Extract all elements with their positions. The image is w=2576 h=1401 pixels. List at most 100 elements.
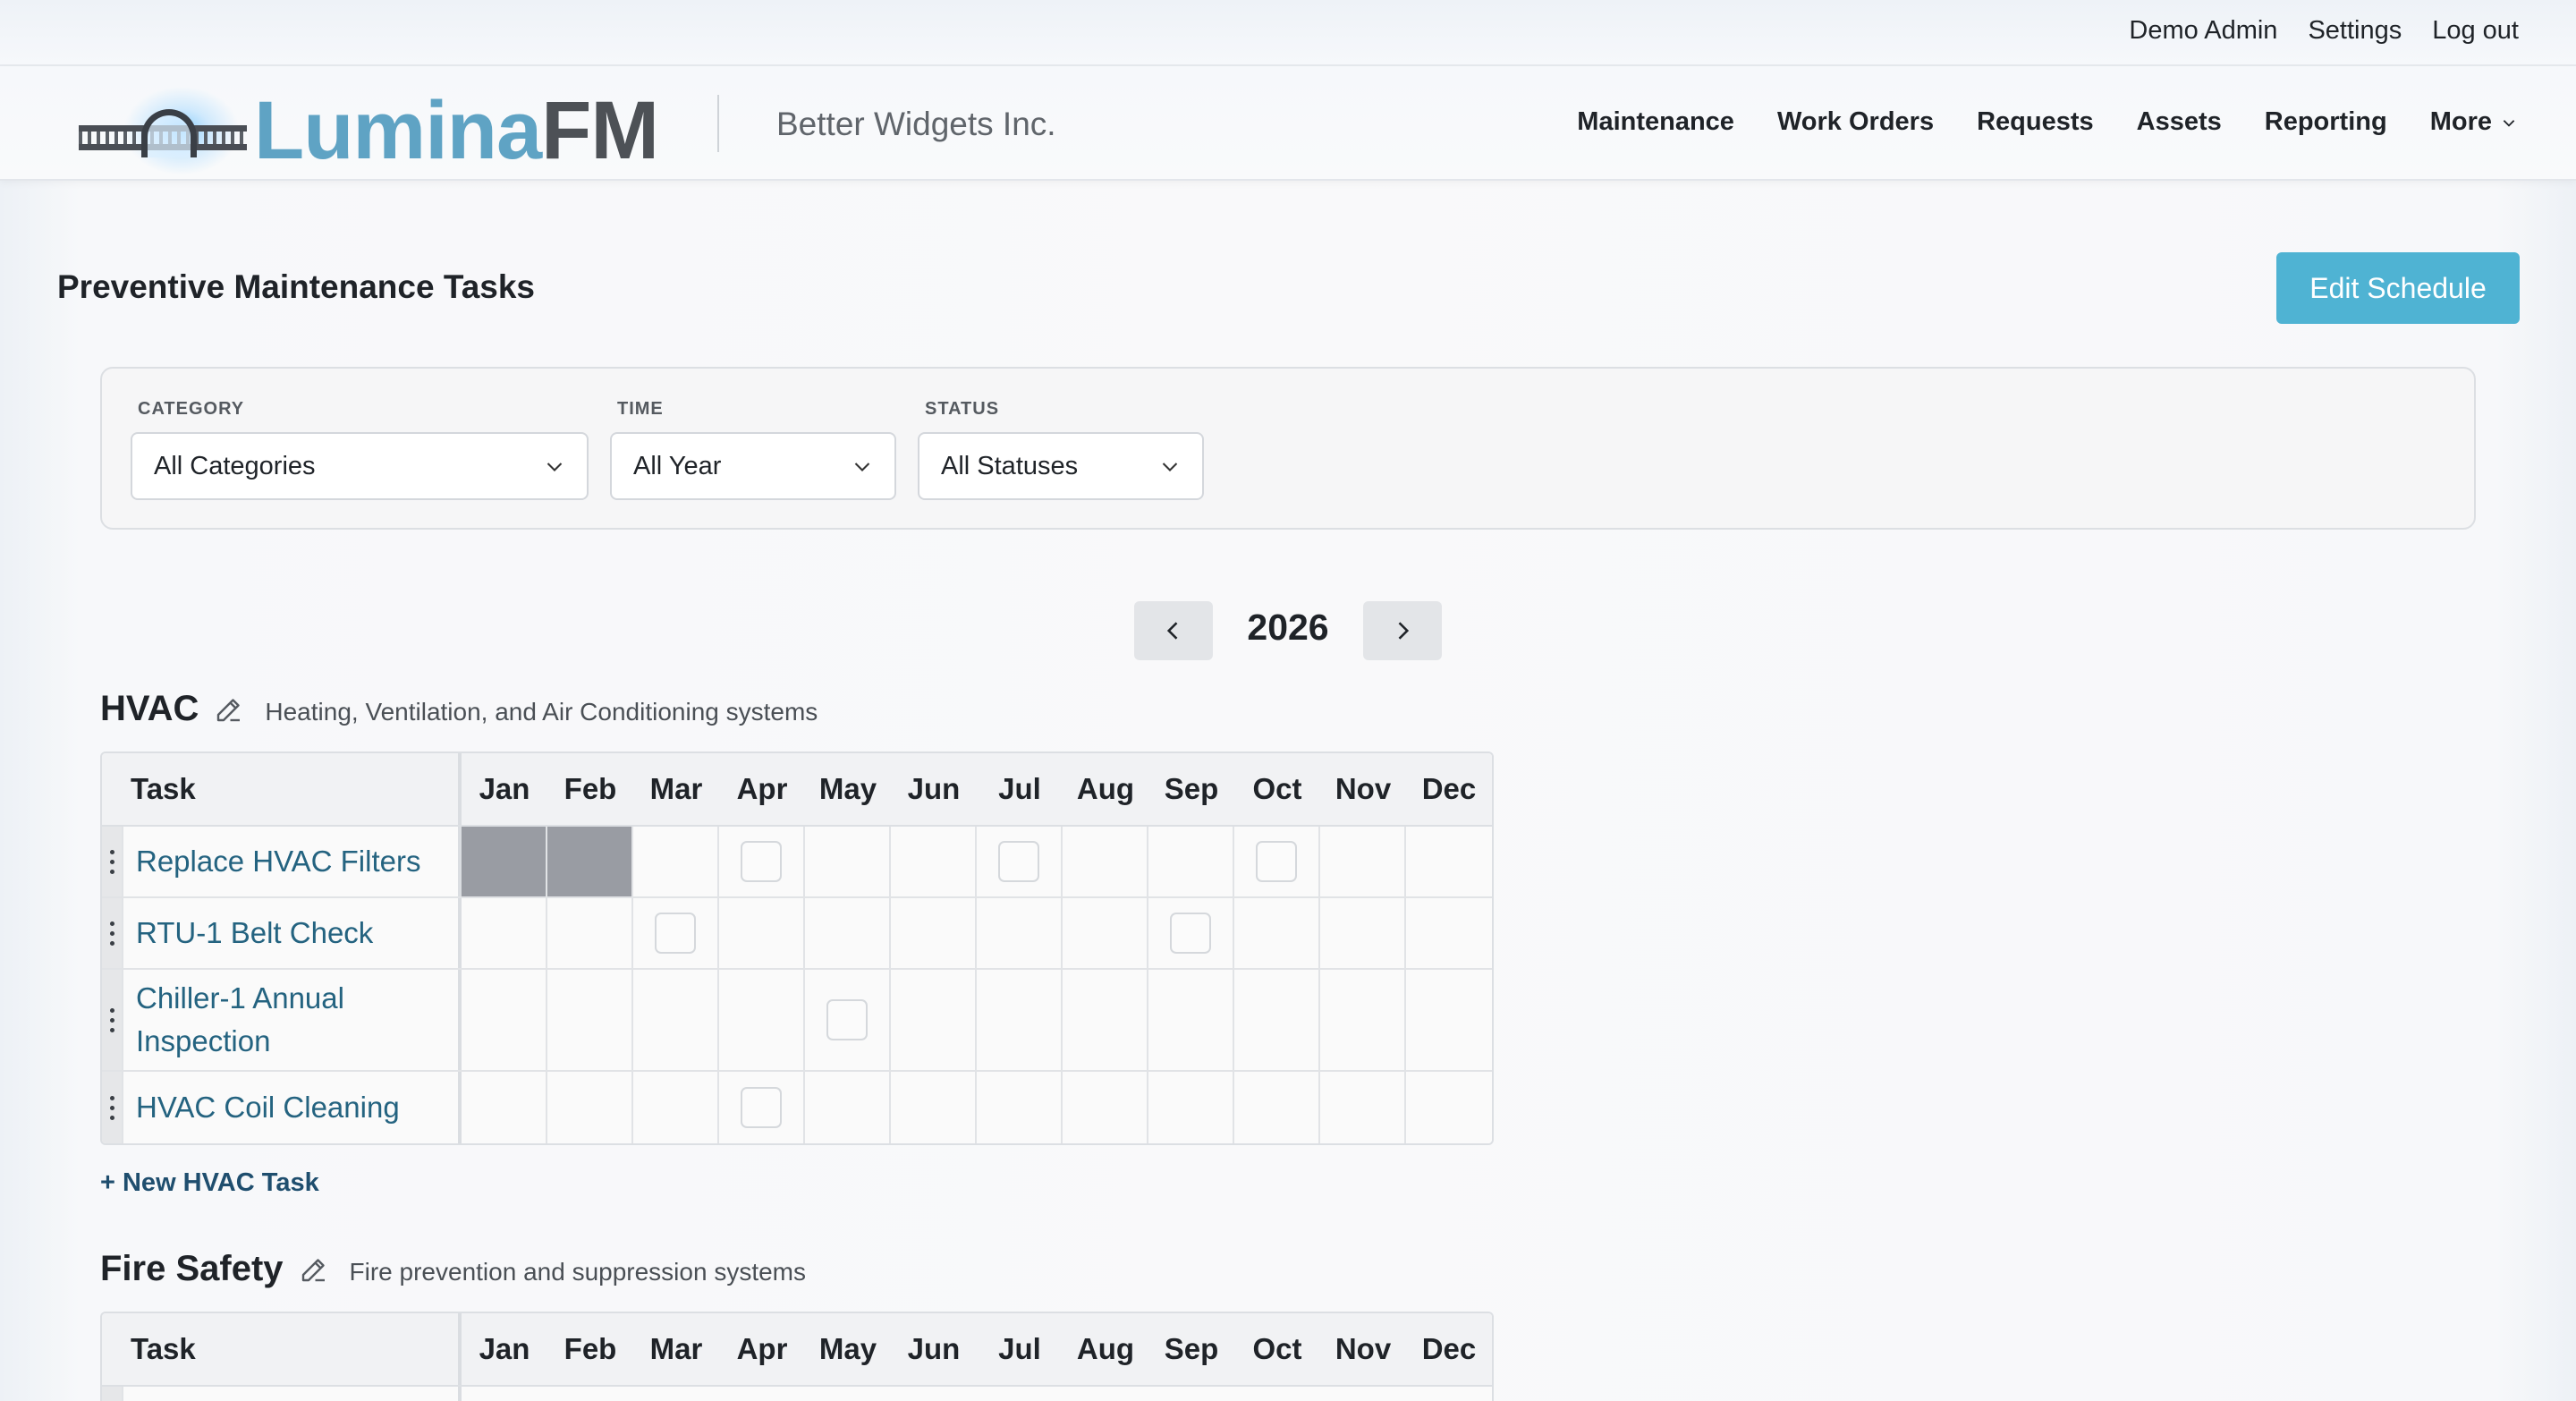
month-cell-nov[interactable] (1320, 970, 1406, 1070)
nav-work-orders[interactable]: Work Orders (1777, 107, 1934, 137)
month-cell-sep[interactable] (1148, 898, 1234, 968)
month-cell-dec[interactable] (1406, 970, 1492, 1070)
month-cell-aug[interactable] (1063, 1072, 1148, 1143)
month-cell-oct[interactable] (1234, 1072, 1320, 1143)
task-name-link[interactable]: Chiller-1 Annual Inspection (123, 970, 458, 1070)
task-checkbox[interactable] (741, 1087, 782, 1128)
task-cell: Replace HVAC Filters (102, 827, 462, 896)
drag-handle-icon[interactable] (102, 898, 123, 968)
table-row: HVAC Coil Cleaning (102, 1072, 1492, 1143)
app-logo[interactable]: LuminaFM (79, 86, 659, 175)
month-cell-jun[interactable] (891, 898, 977, 968)
month-cell-jun[interactable] (891, 1072, 977, 1143)
edit-pencil-icon[interactable] (213, 693, 245, 726)
month-header-oct: Oct (1252, 1332, 1302, 1365)
task-checkbox[interactable] (1170, 913, 1211, 954)
month-cell-sep[interactable] (1148, 827, 1234, 896)
month-cell-feb[interactable] (547, 827, 633, 896)
month-cell-aug[interactable] (1063, 970, 1148, 1070)
month-cell-aug[interactable] (1063, 898, 1148, 968)
account-links: Demo Admin Settings Log out (2129, 16, 2519, 46)
month-cell-apr[interactable] (719, 1072, 805, 1143)
nav-requests[interactable]: Requests (1977, 107, 2094, 137)
status-select[interactable]: All Statuses (918, 432, 1204, 500)
company-name: Better Widgets Inc. (776, 106, 1056, 142)
nav-reporting[interactable]: Reporting (2265, 107, 2387, 137)
month-cell-oct[interactable] (1234, 970, 1320, 1070)
month-cell-mar[interactable] (633, 1072, 719, 1143)
nav-maintenance[interactable]: Maintenance (1577, 107, 1734, 137)
main-nav: Maintenance Work Orders Requests Assets … (1577, 107, 2517, 137)
month-cell-may[interactable] (805, 970, 891, 1070)
month-cell-jul[interactable] (977, 898, 1063, 968)
table-row: RTU-1 Belt Check (102, 898, 1492, 970)
page-title: Preventive Maintenance Tasks (57, 268, 536, 305)
month-cell-dec[interactable] (1406, 827, 1492, 896)
month-cell-jan[interactable] (462, 827, 547, 896)
grid-header-row: Task Jan Feb Mar Apr May Jun Jul Aug Sep… (102, 753, 1492, 827)
month-cell-jul[interactable] (977, 1072, 1063, 1143)
task-cell: HVAC Coil Cleaning (102, 1072, 462, 1143)
new-hvac-task-link[interactable]: + New HVAC Task (100, 1168, 319, 1198)
month-header-aug: Aug (1076, 1332, 1135, 1365)
user-name-link[interactable]: Demo Admin (2129, 16, 2277, 46)
month-cell-jul[interactable] (977, 970, 1063, 1070)
month-cell-jun[interactable] (891, 970, 977, 1070)
month-cell-mar[interactable] (633, 898, 719, 968)
task-checkbox[interactable] (655, 913, 696, 954)
status-select-value: All Statuses (941, 451, 1079, 480)
month-cell-may[interactable] (805, 1072, 891, 1143)
drag-handle-icon[interactable] (102, 1072, 123, 1143)
month-cell-apr[interactable] (719, 970, 805, 1070)
month-cell-jun[interactable] (891, 827, 977, 896)
month-cell-feb[interactable] (547, 1072, 633, 1143)
edit-schedule-button[interactable]: Edit Schedule (2276, 252, 2520, 324)
category-select-value: All Categories (154, 451, 316, 480)
settings-link[interactable]: Settings (2308, 16, 2402, 46)
edit-pencil-icon[interactable] (298, 1253, 330, 1286)
month-header-nov: Nov (1335, 772, 1392, 805)
month-cell-apr[interactable] (719, 827, 805, 896)
category-select[interactable]: All Categories (131, 432, 589, 500)
month-cell-oct[interactable] (1234, 827, 1320, 896)
month-cell-nov[interactable] (1320, 827, 1406, 896)
task-checkbox[interactable] (826, 999, 868, 1040)
month-cell-jul[interactable] (977, 827, 1063, 896)
month-cell-mar[interactable] (633, 970, 719, 1070)
table-row: Replace HVAC Filters (102, 827, 1492, 898)
drag-handle[interactable] (102, 1387, 123, 1401)
month-cell-jan[interactable] (462, 898, 547, 968)
task-name-link[interactable]: HVAC Coil Cleaning (123, 1072, 400, 1143)
task-cell: Chiller-1 Annual Inspection (102, 970, 462, 1070)
task-name-link[interactable]: RTU-1 Belt Check (123, 898, 373, 968)
drag-handle-icon[interactable] (102, 970, 123, 1070)
task-name-link[interactable]: Replace HVAC Filters (123, 827, 420, 896)
month-cell-nov[interactable] (1320, 1072, 1406, 1143)
year-navigator: 2026 (1134, 601, 1442, 660)
month-cell-nov[interactable] (1320, 898, 1406, 968)
month-cell-jan[interactable] (462, 970, 547, 1070)
month-cell-aug[interactable] (1063, 827, 1148, 896)
month-cell-jan[interactable] (462, 1072, 547, 1143)
month-cell-may[interactable] (805, 827, 891, 896)
month-cell-mar[interactable] (633, 827, 719, 896)
logo-wordmark: LuminaFM (254, 85, 659, 176)
drag-handle-icon[interactable] (102, 827, 123, 896)
nav-assets[interactable]: Assets (2137, 107, 2222, 137)
next-year-button[interactable] (1363, 601, 1442, 660)
month-cell-feb[interactable] (547, 898, 633, 968)
task-checkbox[interactable] (741, 841, 782, 882)
logout-link[interactable]: Log out (2432, 16, 2519, 46)
month-cell-dec[interactable] (1406, 1072, 1492, 1143)
month-cell-apr[interactable] (719, 898, 805, 968)
month-cell-sep[interactable] (1148, 1072, 1234, 1143)
month-cell-sep[interactable] (1148, 970, 1234, 1070)
month-cell-dec[interactable] (1406, 898, 1492, 968)
nav-more[interactable]: More (2430, 107, 2517, 137)
task-checkbox[interactable] (1256, 841, 1297, 882)
month-cell-may[interactable] (805, 898, 891, 968)
month-cell-oct[interactable] (1234, 898, 1320, 968)
time-select[interactable]: All Year (610, 432, 896, 500)
month-cell-feb[interactable] (547, 970, 633, 1070)
task-checkbox[interactable] (998, 841, 1039, 882)
